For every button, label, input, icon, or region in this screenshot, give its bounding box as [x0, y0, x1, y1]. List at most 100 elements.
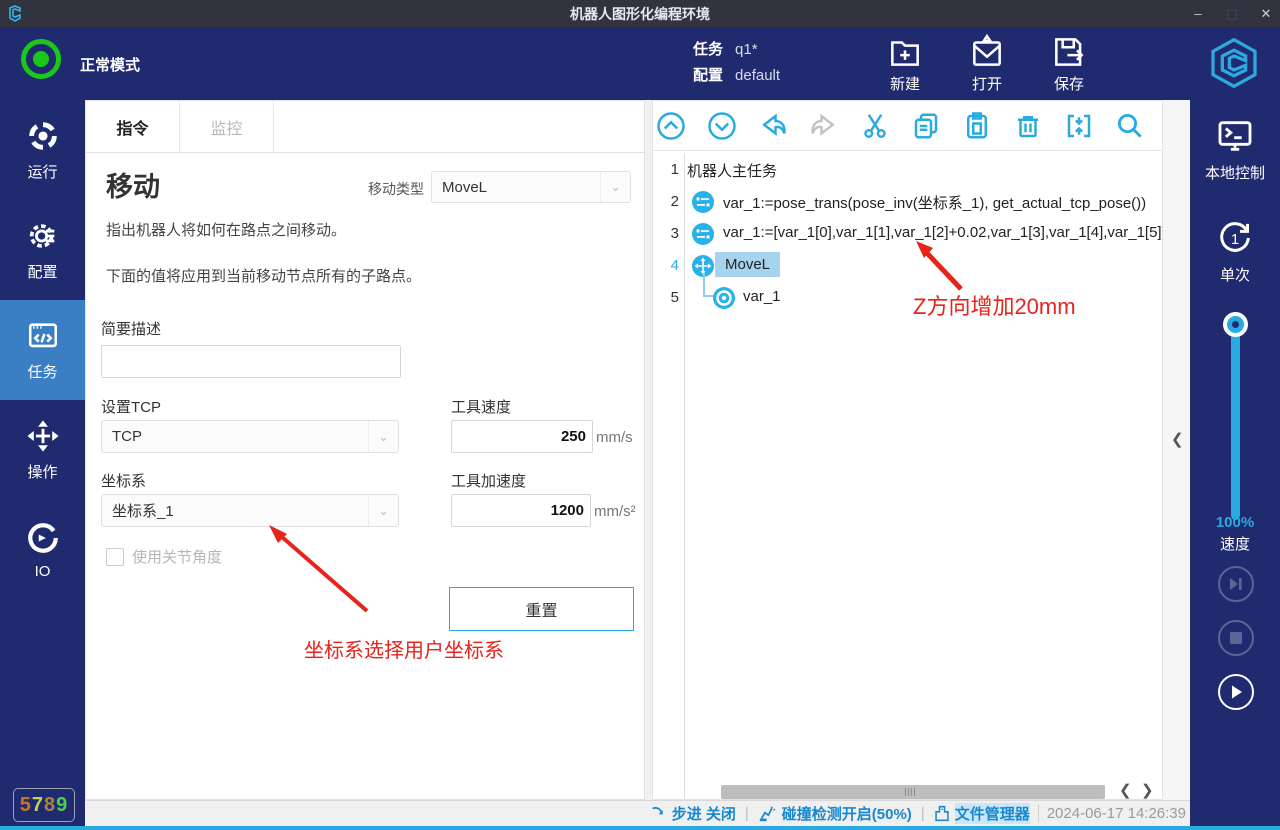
search-button[interactable]	[1113, 109, 1147, 143]
move-type-select[interactable]: MoveL ⌄	[431, 171, 631, 203]
minimize-button[interactable]: –	[1190, 6, 1206, 21]
tree-row-movel-selected[interactable]: 4 MoveL	[653, 250, 1162, 282]
tool-accel-label: 工具加速度	[451, 470, 526, 491]
open-file-icon	[968, 33, 1006, 71]
new-button[interactable]: 新建	[886, 33, 924, 94]
captcha-code: 5 7 8 9	[13, 788, 75, 822]
speed-label: 速度	[1190, 533, 1280, 554]
instruction-panel: 指令 监控 移动 移动类型 MoveL ⌄ 指出机器人将如何在路点之间移动。 下…	[85, 100, 645, 800]
chevron-down-icon: ⌄	[368, 495, 398, 526]
step-mode-status[interactable]: 步进 关闭	[650, 803, 736, 824]
collapse-panel-button[interactable]: ❮	[1171, 430, 1184, 448]
tree-row-label: var_1:=[var_1[0],var_1[1],var_1[2]+0.02,…	[723, 224, 1163, 241]
svg-text:1: 1	[1231, 231, 1239, 248]
tool-accel-input[interactable]	[451, 494, 591, 527]
maximize-button[interactable]: ▢	[1224, 6, 1240, 22]
tcp-label: 设置TCP	[101, 396, 161, 417]
sidebar-item-operate[interactable]: 操作	[0, 400, 85, 500]
replace-node-button[interactable]	[1062, 109, 1096, 143]
new-file-icon	[886, 33, 924, 71]
paste-button[interactable]	[960, 109, 994, 143]
tree-row-assign-2[interactable]: 3 var_1:=[var_1[0],var_1[1],var_1[2]+0.0…	[653, 218, 1162, 250]
open-button[interactable]: 打开	[968, 33, 1006, 94]
chevron-down-icon: ⌄	[368, 421, 398, 452]
delete-button[interactable]	[1011, 109, 1045, 143]
close-button[interactable]: ✕	[1258, 6, 1274, 22]
move-arrows-icon	[26, 419, 60, 453]
local-control-button[interactable]: 本地控制	[1190, 116, 1280, 183]
sidebar-item-config[interactable]: 配置	[0, 200, 85, 300]
tree-row-assign-1[interactable]: 2 var_1:=pose_trans(pose_inv(坐标系_1), get…	[653, 186, 1162, 218]
save-icon	[1050, 33, 1088, 71]
config-value: default	[735, 67, 780, 84]
header-bar: 正常模式 任务q1* 配置default 新建 打开	[0, 27, 1280, 100]
task-config-meta: 任务q1* 配置default	[693, 37, 780, 89]
tcp-select[interactable]: TCP ⌄	[101, 420, 399, 453]
move-node-up-button[interactable]	[654, 109, 688, 143]
status-bar: 步进 关闭 | 碰撞检测开启(50%) | 文件管理器 2024-06-17 1…	[85, 800, 1190, 826]
description-line-2: 下面的值将应用到当前移动节点所有的子路点。	[106, 265, 421, 286]
sidebar-item-task[interactable]: 任务	[0, 300, 85, 400]
tree-row-label: 机器人主任务	[687, 160, 777, 181]
io-cycle-icon	[26, 521, 60, 555]
chevron-down-icon: ⌄	[600, 172, 630, 202]
window-title: 机器人图形化编程环境	[0, 4, 1280, 24]
joint-angle-checkbox[interactable]	[106, 548, 124, 566]
tree-row-main-task[interactable]: 1 机器人主任务	[653, 154, 1162, 186]
task-value: q1*	[735, 41, 758, 58]
reset-button[interactable]: 重置	[449, 587, 634, 631]
single-cycle-button[interactable]: 1 单次	[1190, 218, 1280, 285]
frame-label: 坐标系	[101, 470, 146, 491]
stop-button[interactable]	[1218, 620, 1254, 656]
move-type-label: 移动类型	[368, 179, 424, 199]
frame-annotation-text: 坐标系选择用户坐标系	[304, 634, 504, 663]
title-bar: 机器人图形化编程环境 – ▢ ✕	[0, 0, 1280, 27]
step-mode-icon	[650, 805, 667, 822]
terminal-icon	[1215, 116, 1255, 156]
tree-row-waypoint[interactable]: 5 var_1	[653, 282, 1162, 314]
assignment-icon	[691, 190, 715, 214]
move-node-down-button[interactable]	[705, 109, 739, 143]
left-sidebar: 运行 配置 任务 操作 IO 5 7	[0, 100, 85, 830]
right-sidebar: 本地控制 1 单次 100% 速度	[1190, 100, 1280, 830]
brief-label: 简要描述	[101, 318, 161, 339]
sidebar-item-io[interactable]: IO	[0, 500, 85, 600]
frame-select[interactable]: 坐标系_1 ⌄	[101, 494, 399, 527]
status-timestamp: 2024-06-17 14:26:39	[1038, 805, 1186, 822]
sidebar-item-run[interactable]: 运行	[0, 100, 85, 200]
play-button[interactable]	[1218, 674, 1254, 710]
undo-button[interactable]	[756, 109, 790, 143]
save-button[interactable]: 保存	[1050, 33, 1088, 94]
bottom-accent-strip	[0, 826, 1280, 830]
speed-slider-track[interactable]	[1231, 318, 1240, 520]
file-manager-icon	[934, 805, 950, 822]
file-manager-status[interactable]: 文件管理器	[934, 803, 1030, 824]
tab-monitor[interactable]: 监控	[180, 101, 274, 152]
step-forward-button[interactable]	[1218, 566, 1254, 602]
assignment-icon	[691, 222, 715, 246]
panel-gutter: ❮	[1163, 100, 1190, 800]
scroll-right-button[interactable]: ❯	[1141, 781, 1154, 799]
waypoint-icon	[712, 286, 736, 310]
speed-slider-thumb[interactable]	[1223, 312, 1248, 337]
code-window-icon	[26, 319, 60, 353]
tree-row-label: MoveL	[715, 252, 780, 277]
cut-button[interactable]	[858, 109, 892, 143]
tool-speed-input[interactable]	[451, 420, 593, 453]
frame-value: 坐标系_1	[102, 500, 368, 521]
collision-detect-status[interactable]: 碰撞检测开启(50%)	[758, 803, 912, 824]
scroll-left-button[interactable]: ❮	[1119, 781, 1132, 799]
play-icon	[1228, 684, 1244, 700]
mode-indicator-icon	[21, 39, 61, 79]
redo-button[interactable]	[807, 109, 841, 143]
tab-instruction[interactable]: 指令	[86, 101, 180, 152]
tcp-value: TCP	[102, 428, 368, 445]
brief-input[interactable]	[101, 345, 401, 378]
gear-icon	[26, 219, 60, 253]
panel-tabs: 指令 监控	[86, 101, 644, 153]
tree-row-label: var_1:=pose_trans(pose_inv(坐标系_1), get_a…	[723, 192, 1146, 213]
tree-annotation-text: Z方向增加20mm	[913, 289, 1076, 321]
copy-button[interactable]	[909, 109, 943, 143]
run-target-icon	[26, 119, 60, 153]
description-line-1: 指出机器人将如何在路点之间移动。	[106, 219, 346, 240]
